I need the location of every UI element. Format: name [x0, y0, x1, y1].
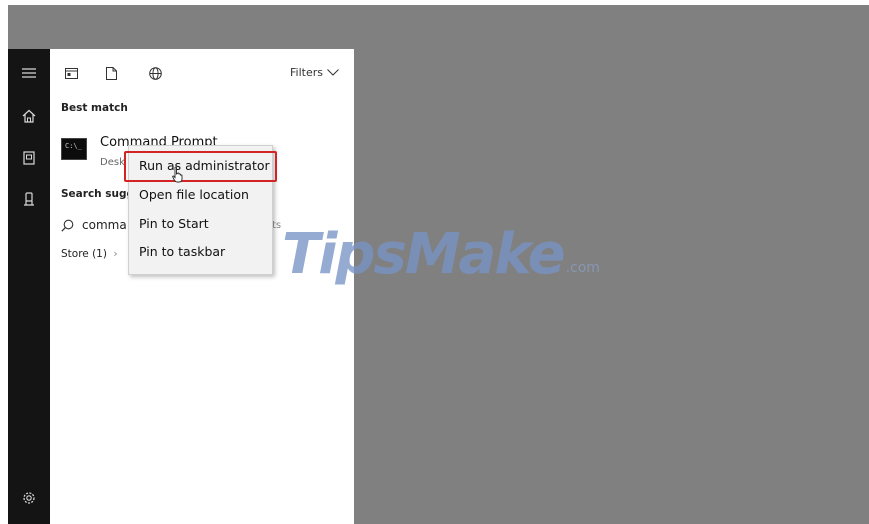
- documents-icon[interactable]: [106, 63, 117, 83]
- store-section[interactable]: Store (1) ›: [61, 248, 118, 260]
- mouse-pointer-icon: [172, 166, 183, 183]
- chevron-down-icon: [327, 69, 339, 76]
- menu-item-open-file-location[interactable]: Open file location: [139, 187, 249, 202]
- apps-icon[interactable]: [65, 63, 78, 83]
- chevron-right-icon: ›: [113, 248, 118, 260]
- menu-item-pin-to-taskbar[interactable]: Pin to taskbar: [139, 244, 225, 259]
- home-icon[interactable]: [8, 104, 50, 128]
- documents-icon[interactable]: [8, 146, 50, 170]
- search-icon: [61, 219, 74, 232]
- command-prompt-icon[interactable]: C:\_: [61, 138, 87, 160]
- settings-icon[interactable]: [8, 486, 50, 510]
- best-match-app-type: Desk: [100, 157, 125, 168]
- search-suggestion-text: comma: [82, 218, 127, 232]
- start-nav-rail: [8, 49, 50, 524]
- filters-label: Filters: [290, 66, 323, 79]
- hamburger-icon[interactable]: [8, 61, 50, 85]
- run-as-administrator-highlight: [124, 151, 277, 182]
- search-suggestion-trailing: ts: [272, 220, 282, 231]
- store-label: Store (1): [61, 248, 107, 260]
- menu-item-pin-to-start[interactable]: Pin to Start: [139, 216, 209, 231]
- web-icon[interactable]: [149, 63, 162, 83]
- filters-dropdown[interactable]: Filters: [290, 66, 339, 79]
- watermark-logo: TipsMake .com: [282, 222, 600, 287]
- search-suggestion-item[interactable]: comma: [61, 218, 127, 232]
- contact-icon[interactable]: [8, 187, 50, 211]
- best-match-heading: Best match: [61, 102, 128, 114]
